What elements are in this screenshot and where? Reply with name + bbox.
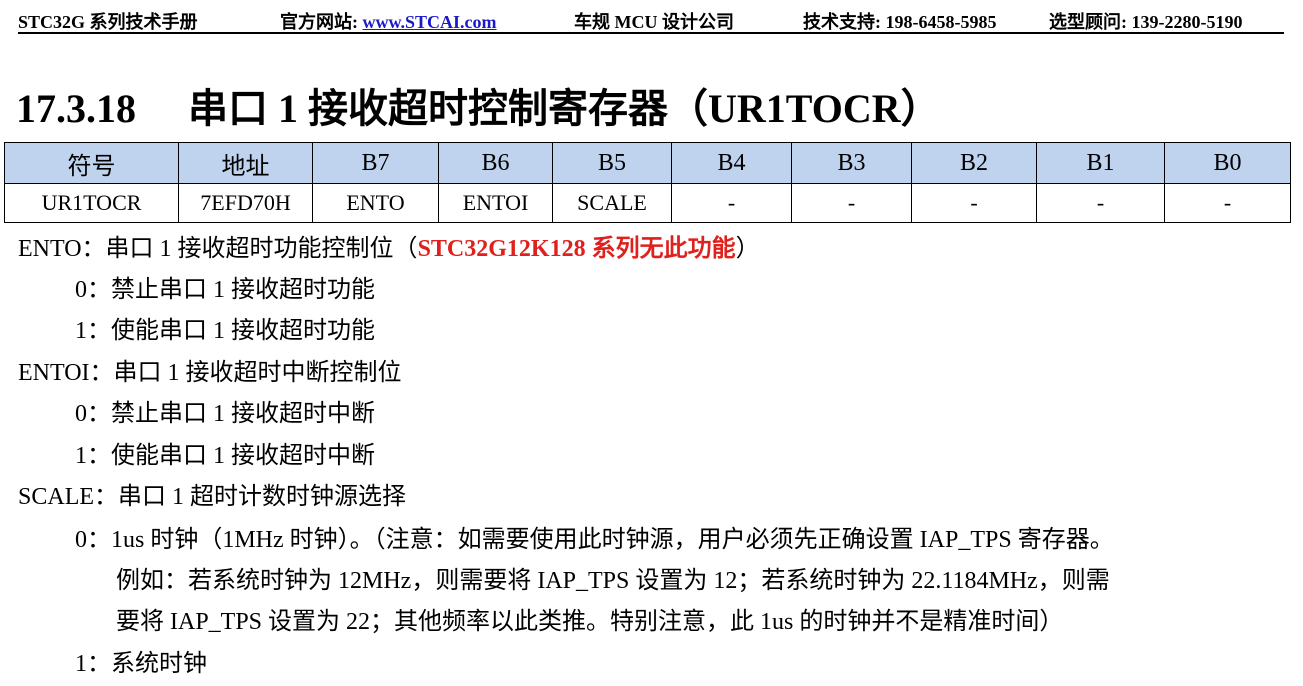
header-cell: B1 xyxy=(1036,142,1165,184)
ento-desc-text: ENTO：串口 1 接收超时功能控制位（ xyxy=(18,236,418,262)
site-label: 官方网站: xyxy=(280,12,358,32)
header-cell: B3 xyxy=(791,142,912,184)
table-cell: ENTOI xyxy=(438,183,553,223)
header-cell: B5 xyxy=(552,142,672,184)
table-cell: - xyxy=(911,183,1037,223)
ento-warning: STC32G12K128 系列无此功能 xyxy=(417,236,736,262)
section-number: 17.3.18 xyxy=(16,86,136,131)
official-site: 官方网站: www.STCAI.com xyxy=(280,8,497,34)
header-cell: B2 xyxy=(911,142,1037,184)
header-cell: 符号 xyxy=(4,142,179,184)
scale-option-0-line1: 0：1us 时钟（1MHz 时钟）。（注意：如需要使用此时钟源，用户必须先正确设… xyxy=(75,527,1114,553)
header-cell: B6 xyxy=(438,142,553,184)
table-cell: UR1TOCR xyxy=(4,183,179,223)
header-cell: 地址 xyxy=(178,142,313,184)
scale-option-1: 1：系统时钟 xyxy=(75,651,207,677)
header-cell: B4 xyxy=(671,142,792,184)
register-table: 符号 地址 B7 B6 B5 B4 B3 B2 B1 B0 UR1TOCR 7E… xyxy=(4,142,1291,223)
support-phone: 技术支持: 198-6458-5985 xyxy=(803,12,997,32)
table-row: UR1TOCR 7EFD70H ENTO ENTOI SCALE - - - -… xyxy=(4,183,1291,223)
ento-option-0: 0：禁止串口 1 接收超时功能 xyxy=(75,277,375,303)
scale-description: SCALE：串口 1 超时计数时钟源选择 xyxy=(18,484,407,510)
table-cell: SCALE xyxy=(552,183,672,223)
header-cell: B0 xyxy=(1164,142,1291,184)
consult-phone: 选型顾问: 139-2280-5190 xyxy=(1049,12,1243,32)
scale-option-0-line2: 例如：若系统时钟为 12MHz，则需要将 IAP_TPS 设置为 12；若系统时… xyxy=(116,568,1110,594)
section-heading: 17.3.18 串口 1 接收超时控制寄存器（UR1TOCR） xyxy=(16,76,941,134)
section-title: 串口 1 接收超时控制寄存器（UR1TOCR） xyxy=(188,86,941,131)
site-link[interactable]: www.STCAI.com xyxy=(363,12,497,32)
scale-option-0-line3: 要将 IAP_TPS 设置为 22；其他频率以此类推。特别注意，此 1us 的时… xyxy=(116,609,1064,635)
table-cell: - xyxy=(1036,183,1165,223)
ento-desc-end: ） xyxy=(735,236,760,262)
ento-option-1: 1：使能串口 1 接收超时功能 xyxy=(75,318,375,344)
ento-description: ENTO：串口 1 接收超时功能控制位（STC32G12K128 系列无此功能） xyxy=(18,233,760,265)
company-tagline: 车规 MCU 设计公司 xyxy=(574,12,734,32)
page-header: STC32G 系列技术手册 官方网站: www.STCAI.com 车规 MCU… xyxy=(18,6,1284,34)
header-cell: B7 xyxy=(312,142,439,184)
doc-title: STC32G 系列技术手册 xyxy=(18,12,198,32)
entoi-description: ENTOI：串口 1 接收超时中断控制位 xyxy=(18,360,402,386)
table-cell: - xyxy=(1164,183,1291,223)
table-cell: 7EFD70H xyxy=(178,183,313,223)
table-header-row: 符号 地址 B7 B6 B5 B4 B3 B2 B1 B0 xyxy=(4,142,1291,184)
table-cell: - xyxy=(791,183,912,223)
entoi-option-0: 0：禁止串口 1 接收超时中断 xyxy=(75,401,375,427)
table-cell: ENTO xyxy=(312,183,439,223)
entoi-option-1: 1：使能串口 1 接收超时中断 xyxy=(75,443,375,469)
table-cell: - xyxy=(671,183,792,223)
